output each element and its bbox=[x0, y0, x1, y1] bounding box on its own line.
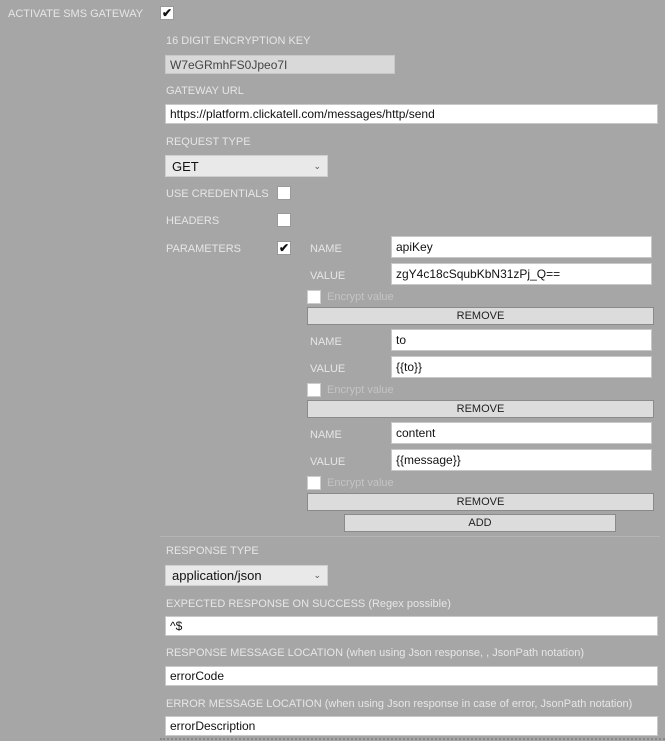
activate-checkbox[interactable]: ✔ bbox=[160, 6, 174, 20]
encrypt-value-label: Encrypt value bbox=[327, 384, 394, 396]
chevron-down-icon: ⌄ bbox=[313, 570, 321, 580]
encryption-key-field[interactable]: W7eGRmhFS0Jpeo7I bbox=[165, 55, 395, 74]
parameters-label: PARAMETERS bbox=[166, 243, 241, 255]
remove-button[interactable]: REMOVE bbox=[307, 493, 654, 511]
request-type-select[interactable]: GET ⌄ bbox=[165, 155, 328, 177]
response-type-label: RESPONSE TYPE bbox=[166, 545, 259, 557]
encrypt-value-label: Encrypt value bbox=[327, 477, 394, 489]
expected-response-label: EXPECTED RESPONSE ON SUCCESS (Regex poss… bbox=[166, 598, 451, 610]
encrypt-value-checkbox[interactable] bbox=[307, 383, 321, 397]
param-name-input[interactable]: apiKey bbox=[391, 236, 652, 258]
divider bbox=[160, 536, 660, 537]
gateway-url-input[interactable]: https://platform.clickatell.com/messages… bbox=[165, 104, 658, 124]
headers-checkbox[interactable] bbox=[277, 213, 291, 227]
add-parameter-button[interactable]: ADD bbox=[344, 514, 616, 532]
encrypt-value-checkbox[interactable] bbox=[307, 476, 321, 490]
param-value-input[interactable]: {{to}} bbox=[391, 356, 652, 378]
response-location-label: RESPONSE MESSAGE LOCATION (when using Js… bbox=[166, 647, 584, 659]
param-value-input[interactable]: zgY4c18cSqubKbN31zPj_Q== bbox=[391, 263, 652, 285]
chevron-down-icon: ⌄ bbox=[313, 160, 321, 171]
response-type-select[interactable]: application/json ⌄ bbox=[165, 565, 328, 586]
param-name-label: NAME bbox=[310, 336, 342, 348]
response-location-input[interactable]: errorCode bbox=[165, 666, 658, 686]
param-name-label: NAME bbox=[310, 429, 342, 441]
headers-label: HEADERS bbox=[166, 215, 220, 227]
param-name-input[interactable]: to bbox=[391, 329, 652, 351]
remove-button[interactable]: REMOVE bbox=[307, 307, 654, 325]
param-name-input[interactable]: content bbox=[391, 422, 652, 444]
param-value-label: VALUE bbox=[310, 363, 346, 375]
param-value-input[interactable]: {{message}} bbox=[391, 449, 652, 471]
error-location-label: ERROR MESSAGE LOCATION (when using Json … bbox=[166, 698, 633, 710]
remove-button[interactable]: REMOVE bbox=[307, 400, 654, 418]
key-label: 16 DIGIT ENCRYPTION KEY bbox=[166, 35, 311, 47]
encrypt-value-label: Encrypt value bbox=[327, 291, 394, 303]
expected-response-input[interactable]: ^$ bbox=[165, 616, 658, 636]
response-type-value: application/json bbox=[172, 568, 262, 583]
param-name-label: NAME bbox=[310, 243, 342, 255]
param-value-label: VALUE bbox=[310, 270, 346, 282]
request-type-label: REQUEST TYPE bbox=[166, 136, 251, 148]
encrypt-value-checkbox[interactable] bbox=[307, 290, 321, 304]
url-label: GATEWAY URL bbox=[166, 85, 244, 97]
request-type-value: GET bbox=[172, 158, 199, 174]
parameters-checkbox[interactable]: ✔ bbox=[277, 241, 291, 255]
activate-label: ACTIVATE SMS GATEWAY bbox=[8, 8, 144, 20]
use-credentials-label: USE CREDENTIALS bbox=[166, 188, 269, 200]
param-value-label: VALUE bbox=[310, 456, 346, 468]
error-location-input[interactable]: errorDescription bbox=[165, 716, 658, 736]
use-credentials-checkbox[interactable] bbox=[277, 186, 291, 200]
